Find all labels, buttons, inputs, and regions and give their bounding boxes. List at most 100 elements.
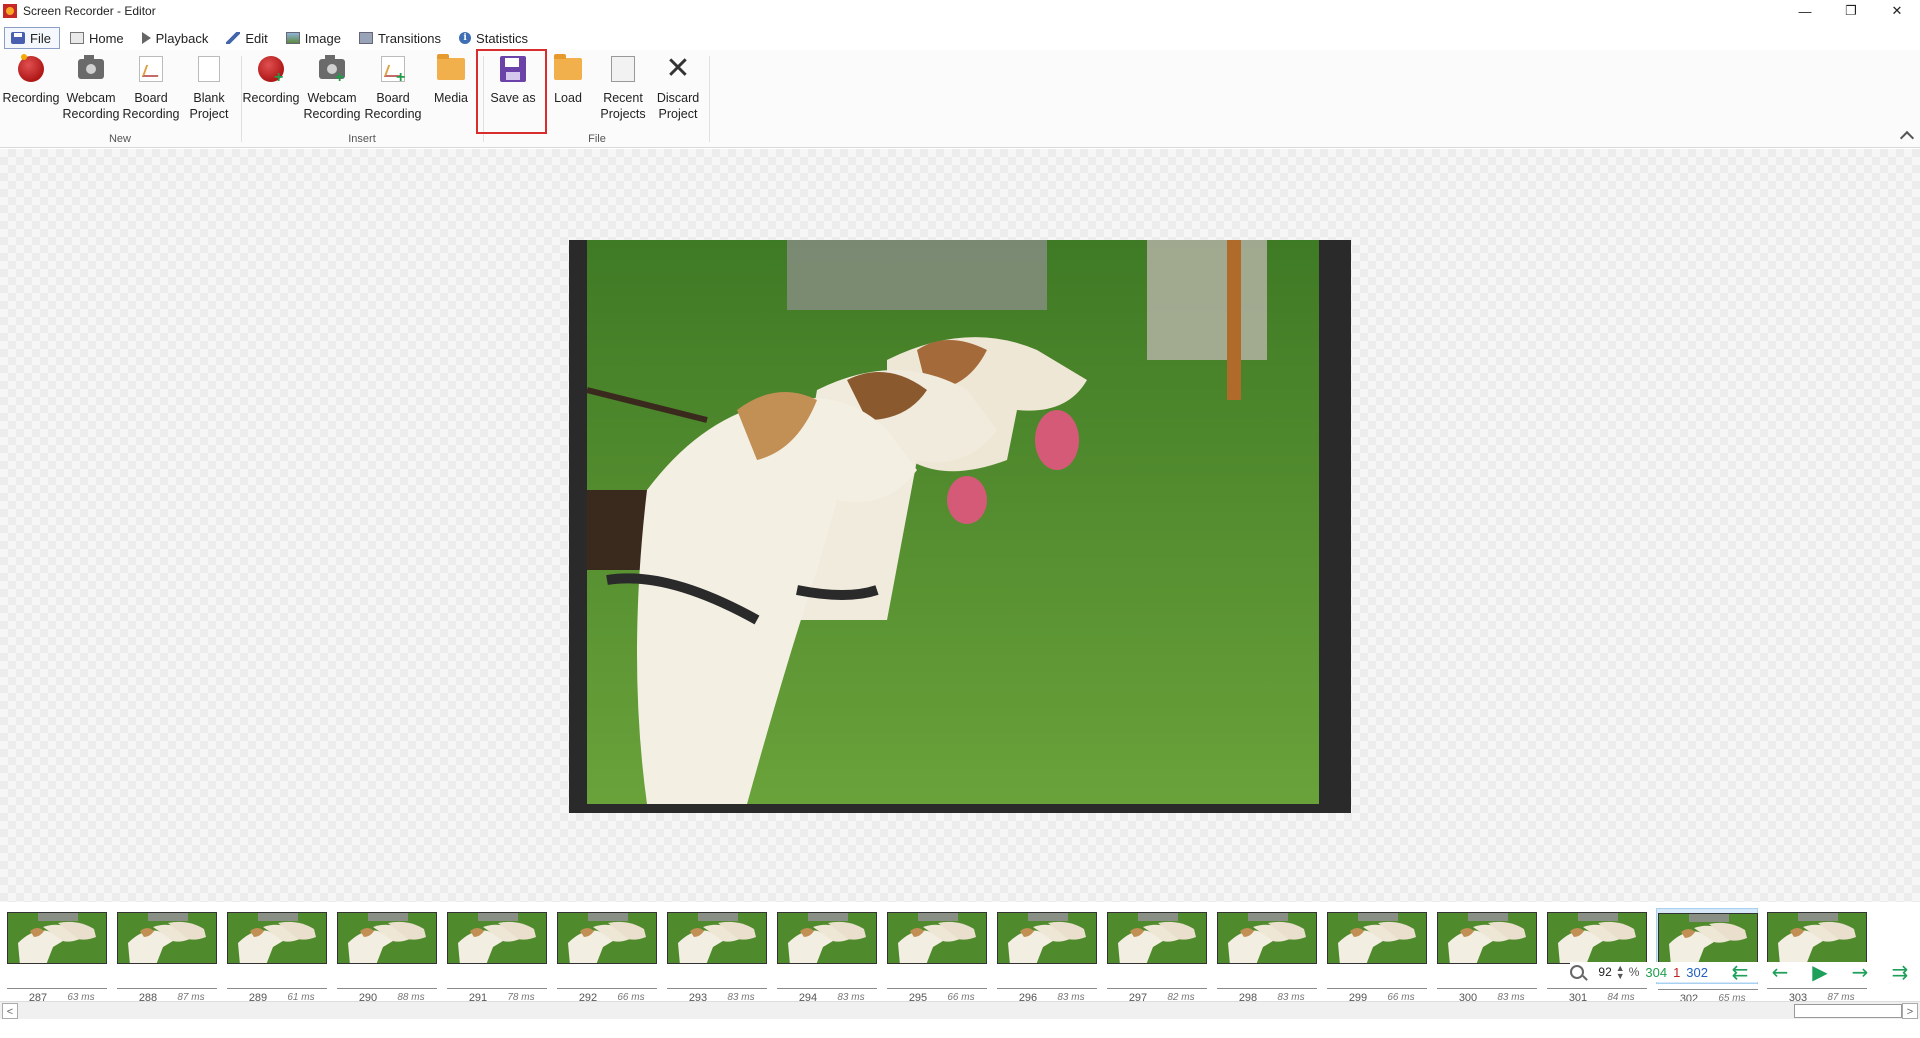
tab-edit[interactable]: Edit: [220, 27, 275, 49]
tab-image[interactable]: Image: [280, 27, 349, 49]
frame-divider: [557, 988, 657, 989]
play-button[interactable]: ▶: [1800, 962, 1840, 982]
timeline-frame[interactable]: 294 83 ms: [776, 908, 878, 1004]
title-bar: Screen Recorder - Editor — ❐ ✕: [0, 0, 1920, 22]
discard-icon: ✕: [665, 51, 691, 86]
last-frame-button[interactable]: ⇉: [1880, 962, 1920, 982]
recent-projects-icon: [608, 54, 638, 84]
timeline-frame[interactable]: 288 87 ms: [116, 908, 218, 1004]
timeline-frame[interactable]: 287 63 ms: [6, 908, 108, 1004]
transitions-icon: [358, 32, 373, 44]
tab-label: Transitions: [377, 30, 442, 46]
frame-divider: [777, 988, 877, 989]
current-frame-number: 302: [1686, 964, 1708, 980]
frame-thumbnail: [7, 912, 107, 964]
close-button[interactable]: ✕: [1874, 0, 1920, 22]
button-label: Media: [433, 91, 469, 105]
zoom-unit: %: [1628, 965, 1640, 979]
button-label: Recording: [2, 91, 60, 105]
timeline-frame[interactable]: 292 66 ms: [556, 908, 658, 1004]
zoom-input[interactable]: 92: [1590, 965, 1611, 979]
insert-recording-button[interactable]: + Recording: [242, 54, 300, 130]
next-frame-button[interactable]: →: [1840, 962, 1880, 982]
save-icon: [11, 32, 25, 44]
timeline-status-bar: 92 ▲ ▼ % 304 1 302 ⇇ ← ▶ → ⇉: [1569, 962, 1920, 982]
timeline-frame[interactable]: 296 83 ms: [996, 908, 1098, 1004]
folder-icon: [436, 54, 466, 84]
tab-home[interactable]: Home: [64, 27, 132, 49]
group-label-file: File: [588, 133, 606, 145]
frame-divider: [1547, 988, 1647, 989]
insert-board-recording-button[interactable]: + Board Recording: [364, 54, 422, 130]
button-label: Save as: [490, 91, 536, 105]
insert-webcam-recording-button[interactable]: + Webcam Recording: [303, 54, 361, 130]
timeline-frame[interactable]: 295 66 ms: [886, 908, 988, 1004]
new-recording-button[interactable]: Recording: [2, 54, 60, 130]
frame-thumbnail: [337, 912, 437, 964]
tab-playback[interactable]: Playback: [136, 27, 217, 49]
first-frame-button[interactable]: ⇇: [1720, 962, 1760, 982]
frame-divider: [997, 988, 1097, 989]
board-icon: [136, 54, 166, 84]
frame-divider: [227, 988, 327, 989]
new-board-recording-button[interactable]: Board Recording: [122, 54, 180, 130]
frame-divider: [1107, 988, 1207, 989]
selected-frames-count: 1: [1673, 964, 1681, 980]
frame-thumbnail: [557, 912, 657, 964]
frame-thumbnail: [777, 912, 877, 964]
tab-label: Image: [304, 30, 341, 46]
frame-thumbnail: [1658, 913, 1758, 965]
frame-thumbnail: [447, 912, 547, 964]
button-label: Load: [554, 91, 582, 105]
timeline-frame[interactable]: 300 83 ms: [1436, 908, 1538, 1004]
frame-thumbnail: [117, 912, 217, 964]
frame-thumbnail: [1547, 912, 1647, 964]
group-label-new: New: [108, 133, 131, 145]
restore-button[interactable]: ❐: [1828, 0, 1874, 22]
frame-divider: [1217, 988, 1317, 989]
scroll-right-icon[interactable]: >: [1902, 1003, 1918, 1019]
save-as-button[interactable]: Save as: [484, 54, 542, 130]
tab-statistics[interactable]: i Statistics: [453, 27, 536, 49]
timeline-frame[interactable]: 291 78 ms: [446, 908, 548, 1004]
tab-file[interactable]: File: [4, 27, 60, 49]
recent-projects-button[interactable]: Recent Projects: [594, 54, 652, 130]
image-icon: [285, 32, 300, 44]
timeline-scrollbar[interactable]: < >: [0, 1001, 1920, 1019]
app-logo-icon: [3, 4, 17, 18]
button-label: Webcam Recording: [62, 91, 120, 121]
previous-frame-button[interactable]: ←: [1760, 962, 1800, 982]
button-label: Board Recording: [122, 91, 180, 121]
tab-label: Home: [88, 30, 124, 46]
minimize-button[interactable]: —: [1782, 0, 1828, 22]
tab-label: Statistics: [476, 30, 529, 46]
discard-project-button[interactable]: ✕ Discard Project: [649, 54, 707, 130]
frame-image: [587, 240, 1319, 804]
insert-media-button[interactable]: Media: [422, 54, 480, 130]
scrollbar-thumb[interactable]: [1794, 1004, 1902, 1018]
frame-thumbnail: [1107, 912, 1207, 964]
timeline-frame[interactable]: 293 83 ms: [666, 908, 768, 1004]
new-webcam-recording-button[interactable]: Webcam Recording: [62, 54, 120, 130]
timeline-frame[interactable]: 299 66 ms: [1326, 908, 1428, 1004]
frame-divider: [1437, 988, 1537, 989]
record-add-icon: +: [256, 54, 286, 86]
tab-transitions[interactable]: Transitions: [353, 27, 449, 49]
timeline-frame[interactable]: 290 88 ms: [336, 908, 438, 1004]
load-button[interactable]: Load: [539, 54, 597, 130]
ribbon-tabs: File Home Playback Edit Image Transition…: [0, 26, 1920, 50]
frame-thumbnail: [1437, 912, 1537, 964]
ribbon-panel: Recording Webcam Recording Board Recordi…: [0, 50, 1920, 148]
webcam-icon: [76, 54, 106, 84]
frame-divider: [887, 988, 987, 989]
scroll-left-icon[interactable]: <: [2, 1003, 18, 1019]
timeline-frame[interactable]: 289 61 ms: [226, 908, 328, 1004]
zoom-spinner[interactable]: ▲ ▼: [1616, 964, 1625, 981]
frame-divider: [117, 988, 217, 989]
new-blank-project-button[interactable]: Blank Project: [180, 54, 238, 130]
timeline-frame[interactable]: 298 83 ms: [1216, 908, 1318, 1004]
ribbon-group-new: Recording Webcam Recording Board Recordi…: [0, 50, 240, 148]
home-icon: [69, 32, 84, 44]
frame-divider: [1658, 989, 1758, 990]
timeline-frame[interactable]: 297 82 ms: [1106, 908, 1208, 1004]
